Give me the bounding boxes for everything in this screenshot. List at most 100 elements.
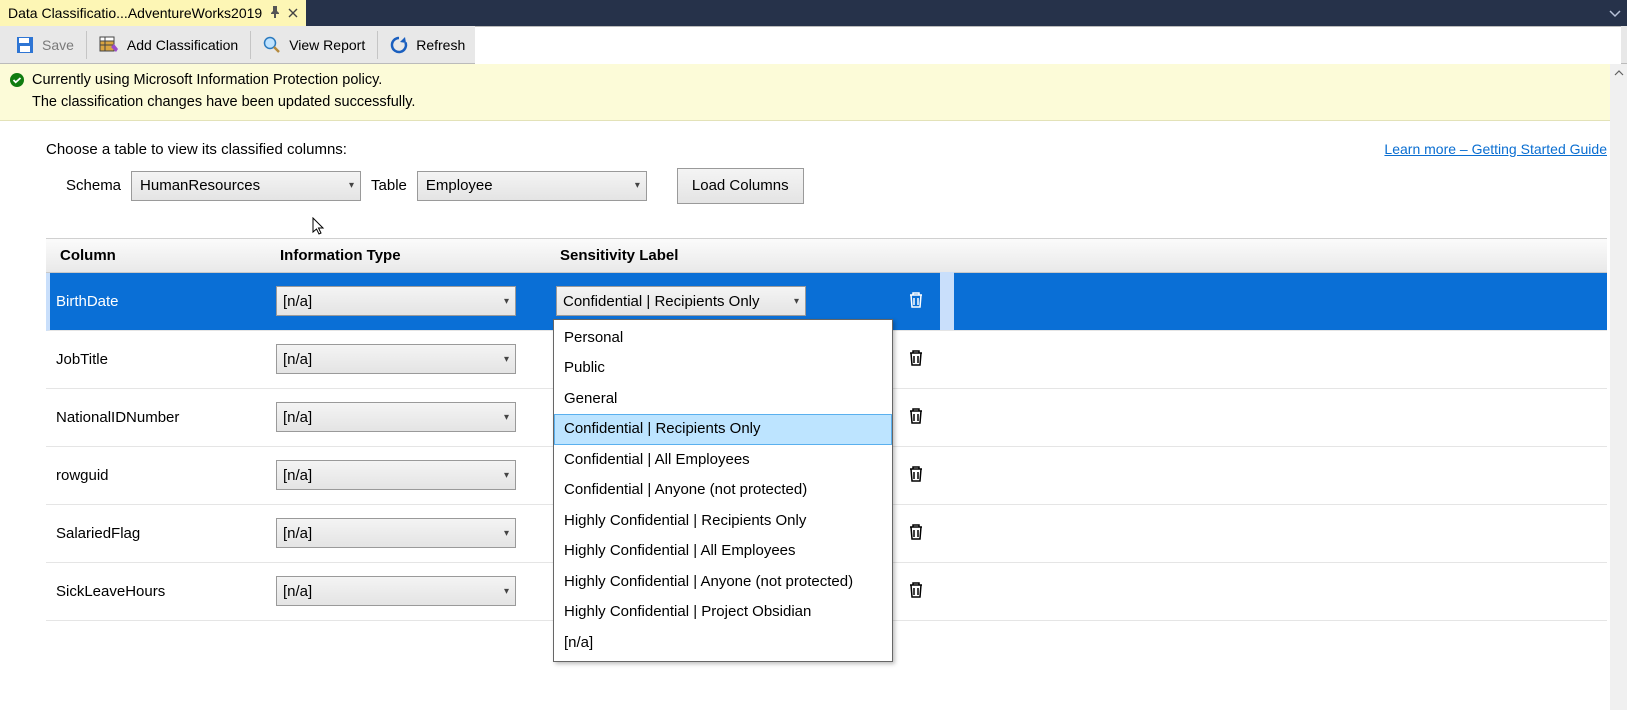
- info-line1: Currently using Microsoft Information Pr…: [32, 70, 415, 92]
- success-icon: [10, 72, 24, 93]
- magnifier-icon: [263, 36, 281, 54]
- dropdown-item[interactable]: Highly Confidential | Recipients Only: [554, 506, 892, 537]
- add-classification-button[interactable]: Add Classification: [89, 26, 248, 64]
- dropdown-item[interactable]: Public: [554, 353, 892, 384]
- toolbar: Save Add Classification View Report Refr…: [0, 26, 1627, 64]
- delete-cell: [896, 465, 936, 486]
- trash-icon: [908, 581, 924, 599]
- delete-cell: [896, 523, 936, 544]
- dropdown-item[interactable]: Highly Confidential | Anyone (not protec…: [554, 567, 892, 598]
- dropdown-item[interactable]: Confidential | All Employees: [554, 445, 892, 476]
- save-label: Save: [42, 37, 74, 53]
- header-column: Column: [60, 247, 280, 264]
- delete-button[interactable]: [908, 296, 924, 312]
- info-type-select[interactable]: [n/a]▾: [276, 402, 516, 432]
- delete-cell: [896, 349, 936, 370]
- delete-cell: [896, 407, 936, 428]
- info-type-select[interactable]: [n/a]▾: [276, 460, 516, 490]
- table-value: Employee: [418, 177, 501, 194]
- delete-button[interactable]: [908, 470, 924, 486]
- info-type-select[interactable]: [n/a]▾: [276, 518, 516, 548]
- dropdown-item[interactable]: Personal: [554, 323, 892, 354]
- delete-button[interactable]: [908, 412, 924, 428]
- header-info-type: Information Type: [280, 247, 560, 264]
- info-type-cell: [n/a]▾: [276, 286, 556, 316]
- table-select[interactable]: Employee ▾: [417, 171, 647, 201]
- scroll-up-button[interactable]: [1610, 64, 1627, 81]
- toolbar-separator: [250, 31, 251, 59]
- info-type-cell: [n/a]▾: [276, 576, 556, 606]
- info-line2: The classification changes have been upd…: [32, 92, 415, 114]
- trash-icon: [908, 349, 924, 367]
- sensitivity-select[interactable]: Confidential | Recipients Only▾: [556, 286, 806, 316]
- info-type-select[interactable]: [n/a]▾: [276, 344, 516, 374]
- save-button[interactable]: Save: [6, 26, 84, 64]
- dropdown-item[interactable]: General: [554, 384, 892, 415]
- schema-label: Schema: [66, 177, 121, 194]
- save-icon: [16, 36, 34, 54]
- row-selection-handle: [940, 272, 954, 330]
- info-type-cell: [n/a]▾: [276, 518, 556, 548]
- chevron-down-icon: ▾: [629, 180, 646, 191]
- info-type-select[interactable]: [n/a]▾: [276, 576, 516, 606]
- column-name: SalariedFlag: [56, 525, 276, 542]
- sensitivity-cell: Confidential | Recipients Only▾: [556, 286, 856, 316]
- info-type-select[interactable]: [n/a]▾: [276, 286, 516, 316]
- dropdown-item[interactable]: Highly Confidential | Project Obsidian: [554, 597, 892, 628]
- chooser-prompt: Choose a table to view its classified co…: [46, 141, 347, 158]
- trash-icon: [908, 465, 924, 483]
- column-name: BirthDate: [56, 293, 276, 310]
- cursor-icon: [312, 217, 328, 237]
- add-classification-label: Add Classification: [127, 37, 238, 53]
- toolbar-separator: [377, 31, 378, 59]
- info-type-cell: [n/a]▾: [276, 460, 556, 490]
- refresh-button[interactable]: Refresh: [380, 26, 475, 64]
- chevron-down-icon: ▾: [343, 180, 360, 191]
- chevron-down-icon: [1609, 5, 1621, 21]
- schema-value: HumanResources: [132, 177, 268, 194]
- dropdown-item[interactable]: Confidential | Recipients Only: [554, 414, 892, 445]
- toolbar-separator: [86, 31, 87, 59]
- dropdown-item[interactable]: [n/a]: [554, 628, 892, 659]
- view-report-label: View Report: [289, 37, 365, 53]
- scroll-track[interactable]: [1610, 81, 1627, 710]
- pin-icon[interactable]: [270, 5, 280, 21]
- trash-icon: [908, 407, 924, 425]
- column-name: rowguid: [56, 467, 276, 484]
- document-tab[interactable]: Data Classificatio...AdventureWorks2019: [0, 0, 306, 26]
- learn-more-link[interactable]: Learn more – Getting Started Guide: [1384, 141, 1607, 157]
- refresh-icon: [390, 36, 408, 54]
- trash-icon: [908, 291, 924, 309]
- delete-cell: [896, 581, 936, 602]
- delete-cell: [896, 291, 936, 312]
- info-type-cell: [n/a]▾: [276, 344, 556, 374]
- refresh-label: Refresh: [416, 37, 465, 53]
- delete-button[interactable]: [908, 586, 924, 602]
- trash-icon: [908, 523, 924, 541]
- grid-body: BirthDate[n/a]▾Confidential | Recipients…: [46, 273, 1607, 621]
- tab-title: Data Classificatio...AdventureWorks2019: [8, 5, 262, 21]
- classification-icon: [99, 35, 119, 55]
- info-type-cell: [n/a]▾: [276, 402, 556, 432]
- view-report-button[interactable]: View Report: [253, 26, 375, 64]
- vertical-scrollbar[interactable]: [1610, 64, 1627, 710]
- delete-button[interactable]: [908, 354, 924, 370]
- schema-select[interactable]: HumanResources ▾: [131, 171, 361, 201]
- column-name: NationalIDNumber: [56, 409, 276, 426]
- dropdown-item[interactable]: Confidential | Anyone (not protected): [554, 475, 892, 506]
- close-icon[interactable]: [288, 5, 298, 21]
- grid-header: Column Information Type Sensitivity Labe…: [46, 239, 1607, 273]
- column-name: JobTitle: [56, 351, 276, 368]
- dropdown-item[interactable]: Highly Confidential | All Employees: [554, 536, 892, 567]
- header-sensitivity: Sensitivity Label: [560, 247, 860, 264]
- classification-grid: Column Information Type Sensitivity Labe…: [46, 238, 1607, 621]
- load-columns-button[interactable]: Load Columns: [677, 168, 804, 204]
- title-bar: Data Classificatio...AdventureWorks2019: [0, 0, 1627, 26]
- sensitivity-dropdown[interactable]: PersonalPublicGeneralConfidential | Reci…: [553, 319, 893, 663]
- titlebar-menu[interactable]: [1609, 0, 1627, 26]
- delete-button[interactable]: [908, 528, 924, 544]
- info-bar: Currently using Microsoft Information Pr…: [0, 64, 1627, 121]
- toolbar-spacer: [475, 26, 1621, 64]
- info-text: Currently using Microsoft Information Pr…: [32, 70, 415, 114]
- column-name: SickLeaveHours: [56, 583, 276, 600]
